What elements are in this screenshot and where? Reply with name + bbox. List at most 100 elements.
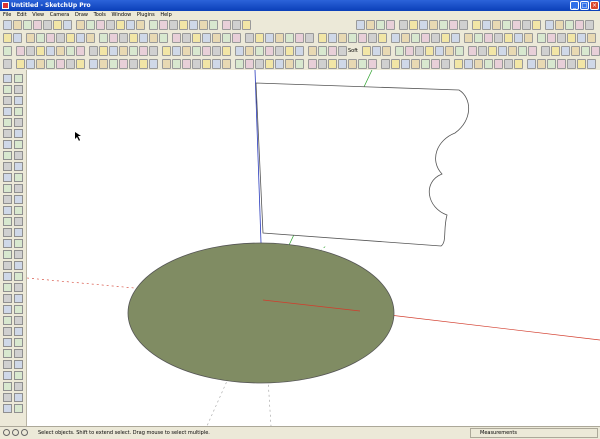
help-icon[interactable] xyxy=(21,429,28,436)
3d-text-icon[interactable] xyxy=(455,46,464,56)
menu-camera[interactable]: Camera xyxy=(50,12,70,18)
save-icon[interactable] xyxy=(129,33,138,43)
look-around-icon[interactable] xyxy=(561,46,570,56)
3d-text-icon[interactable] xyxy=(441,33,450,43)
right-icon[interactable] xyxy=(76,59,85,69)
measurements-box[interactable]: Measurements xyxy=(470,428,598,438)
zoom-extents-icon[interactable] xyxy=(492,20,501,30)
cut-icon[interactable] xyxy=(139,33,148,43)
rectangle-icon[interactable] xyxy=(265,33,274,43)
shaded-icon[interactable] xyxy=(16,59,25,69)
select-tool-icon[interactable] xyxy=(3,74,12,83)
scale-tool-icon[interactable] xyxy=(3,327,12,336)
zoom-window-icon[interactable] xyxy=(498,46,507,56)
position-camera-icon[interactable] xyxy=(537,33,546,43)
model-info-icon[interactable] xyxy=(212,46,221,56)
scale-icon[interactable] xyxy=(381,59,390,69)
protractor-tool-icon[interactable] xyxy=(3,349,12,358)
print-icon[interactable] xyxy=(202,33,211,43)
rectangle-tool-icon[interactable] xyxy=(3,96,12,105)
previous-icon[interactable] xyxy=(502,20,511,30)
walk-tool-icon[interactable] xyxy=(3,404,12,413)
push-pull-icon[interactable] xyxy=(338,46,347,56)
scale-tool-icon[interactable] xyxy=(3,151,12,160)
copy-icon[interactable] xyxy=(43,20,52,30)
menu-window[interactable]: Window xyxy=(112,12,132,18)
circle-icon[interactable] xyxy=(285,46,294,56)
erase-icon[interactable] xyxy=(182,59,191,69)
offset-icon[interactable] xyxy=(378,33,387,43)
x-ray-icon[interactable] xyxy=(581,46,590,56)
follow-me-icon[interactable] xyxy=(372,46,381,56)
undo-icon[interactable] xyxy=(76,20,85,30)
hidden-line-icon[interactable] xyxy=(3,59,12,69)
offset-icon[interactable] xyxy=(376,20,385,30)
rotate-icon[interactable] xyxy=(362,46,371,56)
circle-tool-icon[interactable] xyxy=(3,283,12,292)
iso-icon[interactable] xyxy=(36,46,45,56)
circle-icon[interactable] xyxy=(295,59,304,69)
circle-tool-icon[interactable] xyxy=(3,107,12,116)
top-icon[interactable] xyxy=(46,33,55,43)
look-around-tool-icon[interactable] xyxy=(3,239,12,248)
print-icon[interactable] xyxy=(96,20,105,30)
eraser-icon[interactable] xyxy=(255,46,264,56)
undo-icon[interactable] xyxy=(182,33,191,43)
redo-icon[interactable] xyxy=(192,33,201,43)
eraser-icon[interactable] xyxy=(255,33,264,43)
position-camera-icon[interactable] xyxy=(551,46,560,56)
follow-me-icon[interactable] xyxy=(368,59,377,69)
text-icon[interactable] xyxy=(431,59,440,69)
polygon-tool-icon[interactable] xyxy=(3,118,12,127)
model-info-icon[interactable] xyxy=(212,33,221,43)
arc-icon[interactable] xyxy=(295,46,304,56)
pan-icon[interactable] xyxy=(459,20,468,30)
line-icon[interactable] xyxy=(275,46,284,56)
select-icon[interactable] xyxy=(116,20,125,30)
make-component-icon[interactable] xyxy=(245,59,254,69)
zoom-icon[interactable] xyxy=(488,46,497,56)
move-tool-icon[interactable] xyxy=(3,129,12,138)
redo-icon[interactable] xyxy=(86,20,95,30)
make-component-icon[interactable] xyxy=(126,20,135,30)
bottom-icon[interactable] xyxy=(109,59,118,69)
bottom-icon[interactable] xyxy=(99,46,108,56)
menu-view[interactable]: View xyxy=(32,12,44,18)
paste-icon[interactable] xyxy=(172,59,181,69)
offset-tool-icon[interactable] xyxy=(14,327,23,336)
geo-location-icon[interactable] xyxy=(3,429,10,436)
previous-icon[interactable] xyxy=(514,59,523,69)
tape-measure-tool-icon[interactable] xyxy=(3,338,12,347)
x-ray-icon[interactable] xyxy=(577,59,586,69)
open-icon[interactable] xyxy=(129,59,138,69)
arc-icon[interactable] xyxy=(308,59,317,69)
scene-canvas[interactable] xyxy=(27,70,600,426)
orbit-icon[interactable] xyxy=(451,33,460,43)
left-icon[interactable] xyxy=(89,46,98,56)
zoom-extents-icon[interactable] xyxy=(504,59,513,69)
3d-text-tool-icon[interactable] xyxy=(14,184,23,193)
credits-icon[interactable] xyxy=(12,429,19,436)
zoom-window-icon[interactable] xyxy=(482,20,491,30)
paint-bucket-icon[interactable] xyxy=(245,46,254,56)
select-icon[interactable] xyxy=(222,33,231,43)
protractor-icon[interactable] xyxy=(425,46,434,56)
x-ray-icon[interactable] xyxy=(567,33,576,43)
shaded-with-textures-icon[interactable] xyxy=(16,46,25,56)
push-pull-icon[interactable] xyxy=(232,20,241,30)
new-icon[interactable] xyxy=(3,20,12,30)
line-icon[interactable] xyxy=(275,33,284,43)
rectangle-icon[interactable] xyxy=(265,46,274,56)
follow-me-icon[interactable] xyxy=(356,20,365,30)
copy-icon[interactable] xyxy=(162,59,171,69)
previous-icon[interactable] xyxy=(518,46,527,56)
zoom-extents-tool-icon[interactable] xyxy=(3,393,12,402)
walk-icon[interactable] xyxy=(537,59,546,69)
eraser-icon[interactable] xyxy=(149,20,158,30)
monochrome-icon[interactable] xyxy=(26,33,35,43)
dimension-icon[interactable] xyxy=(399,20,408,30)
zoom-extents-icon[interactable] xyxy=(494,33,503,43)
close-button[interactable]: × xyxy=(590,1,599,10)
print-icon[interactable] xyxy=(212,59,221,69)
eraser-icon[interactable] xyxy=(265,59,274,69)
